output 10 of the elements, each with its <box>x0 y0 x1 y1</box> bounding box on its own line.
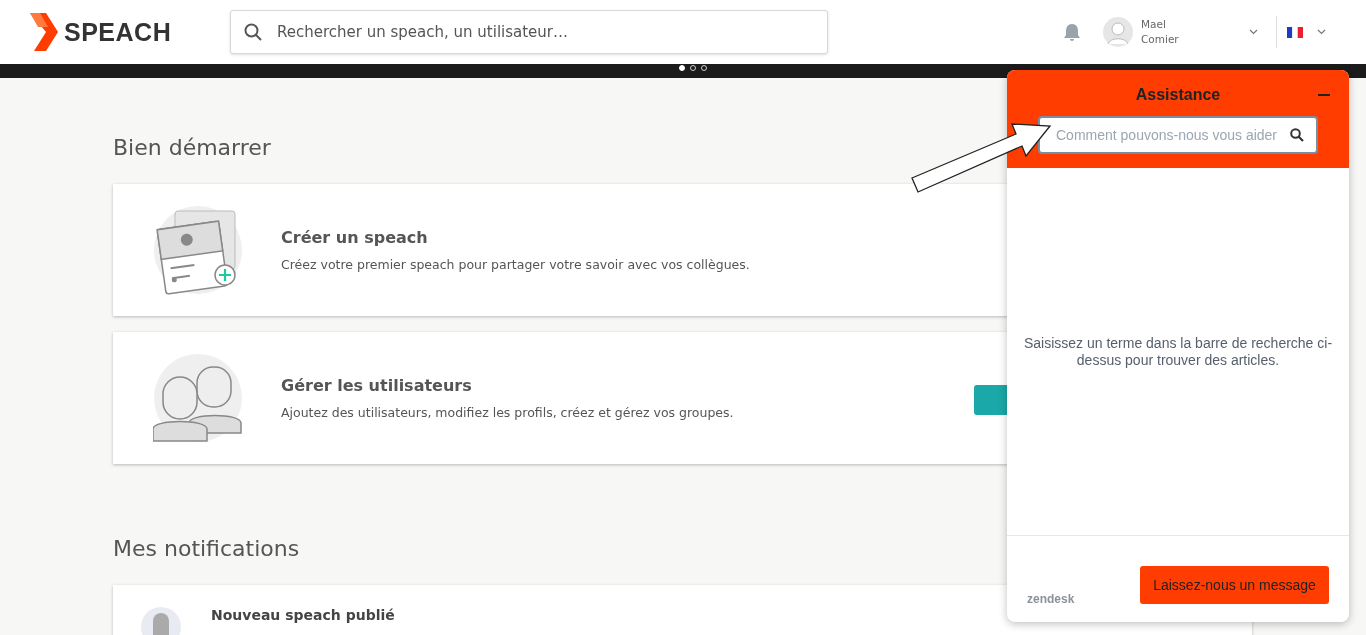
card-description: Ajoutez des utilisateurs, modifiez les profils, créez et gérez vos groupes. <box>281 405 734 420</box>
logo-text: SPEACH <box>64 17 172 47</box>
card-description: Créez votre premier speach pour partager votre savoir avec vos collègues. <box>281 257 750 272</box>
card-title: Gérer les utilisateurs <box>281 376 473 395</box>
section-title: Bien démarrer <box>113 135 271 160</box>
help-message: Saisissez un terme dans la barre de recherche ci-dessus pour trouver des articles. <box>1023 334 1333 369</box>
card-title: Créer un speach <box>281 228 429 247</box>
widget-title: Assistance <box>1135 86 1221 104</box>
section-title: Mes notifications <box>113 536 300 561</box>
notification-title: Nouveau speach publié <box>211 607 395 623</box>
